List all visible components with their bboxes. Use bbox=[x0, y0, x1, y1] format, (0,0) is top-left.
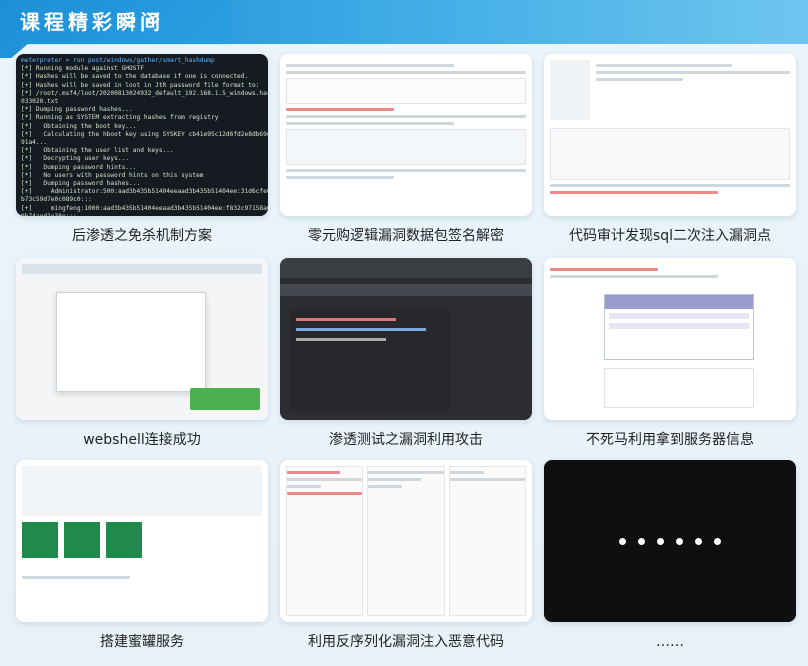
card-caption: …… bbox=[656, 634, 684, 650]
terminal-line: [+] Administrator:500:aad3b435b51404eeaa… bbox=[21, 188, 268, 196]
terminal-line: [*] Dumping password hashes... bbox=[21, 106, 133, 114]
dot-6 bbox=[714, 537, 721, 545]
terminal-line: 91a4... bbox=[21, 139, 48, 147]
double-chevron-down-icon bbox=[146, 12, 160, 26]
card-6[interactable]: 不死马利用拿到服务器信息 bbox=[544, 258, 796, 450]
terminal-line: [*] Obtaining the user list and keys... bbox=[21, 147, 174, 155]
more-placeholder bbox=[544, 460, 796, 622]
dot-1 bbox=[619, 537, 626, 545]
card-caption: 渗透测试之漏洞利用攻击 bbox=[329, 432, 483, 448]
terminal-line: meterpreter > run post/windows/gather/sm… bbox=[21, 57, 215, 64]
terminal-line: [+] Hashes will be saved in loot in JtR … bbox=[21, 81, 260, 89]
gallery-grid: meterpreter > run post/windows/gather/sm… bbox=[16, 54, 796, 664]
screenshot-webshell bbox=[16, 258, 268, 420]
card-4[interactable]: webshell连接成功 bbox=[16, 258, 268, 450]
dot-3 bbox=[657, 537, 664, 545]
card-caption: 利用反序列化漏洞注入恶意代码 bbox=[308, 634, 504, 650]
dot-4 bbox=[676, 537, 683, 545]
card-8[interactable]: 利用反序列化漏洞注入恶意代码 bbox=[280, 460, 532, 652]
terminal-line: [*] /root/.msf4/loot/20200813024932_defa… bbox=[21, 89, 268, 97]
screenshot-deserialization bbox=[280, 460, 532, 622]
screenshot-document bbox=[280, 54, 532, 216]
terminal-line: [*] Running as SYSTEM extracting hashes … bbox=[21, 114, 219, 122]
screenshot-burp bbox=[280, 258, 532, 420]
card-caption: 代码审计发现sql二次注入漏洞点 bbox=[568, 228, 772, 244]
terminal-line: 0b74aed1e38e::: bbox=[21, 213, 263, 216]
card-caption: 零元购逻辑漏洞数据包签名解密 bbox=[308, 228, 504, 244]
card-caption: 搭建蜜罐服务 bbox=[100, 634, 184, 650]
terminal-line: 033020.txt bbox=[21, 98, 59, 106]
card-5[interactable]: 渗透测试之漏洞利用攻击 bbox=[280, 258, 532, 450]
screenshot-honeypot bbox=[16, 460, 268, 622]
screenshot-terminal: meterpreter > run post/windows/gather/sm… bbox=[16, 54, 268, 216]
card-9[interactable]: …… bbox=[544, 460, 796, 652]
card-caption: 不死马利用拿到服务器信息 bbox=[586, 432, 754, 448]
terminal-line: [+] mingfeng:1000:aad3b435b51404eeaad3b4… bbox=[21, 204, 268, 212]
terminal-line: [*] Running module against GHOSTF bbox=[21, 65, 144, 73]
card-3[interactable]: 代码审计发现sql二次注入漏洞点 bbox=[544, 54, 796, 246]
card-1[interactable]: meterpreter > run post/windows/gather/sm… bbox=[16, 54, 268, 246]
terminal-line: [*] Dumping password hashes... bbox=[21, 180, 141, 188]
page-title: 课程精彩瞬间 bbox=[20, 10, 164, 34]
terminal-line: [*] Obtaining the boot key... bbox=[21, 122, 137, 130]
screenshot-code-audit bbox=[544, 54, 796, 216]
screenshot-phpinfo bbox=[544, 258, 796, 420]
card-caption: 后渗透之免杀机制方案 bbox=[72, 228, 212, 244]
dot-5 bbox=[695, 537, 702, 545]
terminal-line: b73c59d7e0c089c0::: bbox=[21, 196, 92, 204]
card-7[interactable]: 搭建蜜罐服务 bbox=[16, 460, 268, 652]
terminal-line: [*] Calculating the hboot key using SYSK… bbox=[21, 130, 268, 138]
terminal-line: [*] Decrypting user keys... bbox=[21, 155, 130, 163]
card-caption: webshell连接成功 bbox=[83, 432, 201, 448]
terminal-line: [*] Dumping password hints... bbox=[21, 163, 137, 171]
terminal-line: [*] Hashes will be saved to the database… bbox=[21, 73, 249, 81]
card-2[interactable]: 零元购逻辑漏洞数据包签名解密 bbox=[280, 54, 532, 246]
dot-2 bbox=[638, 537, 645, 545]
terminal-line: [*] No users with password hints on this… bbox=[21, 171, 204, 179]
